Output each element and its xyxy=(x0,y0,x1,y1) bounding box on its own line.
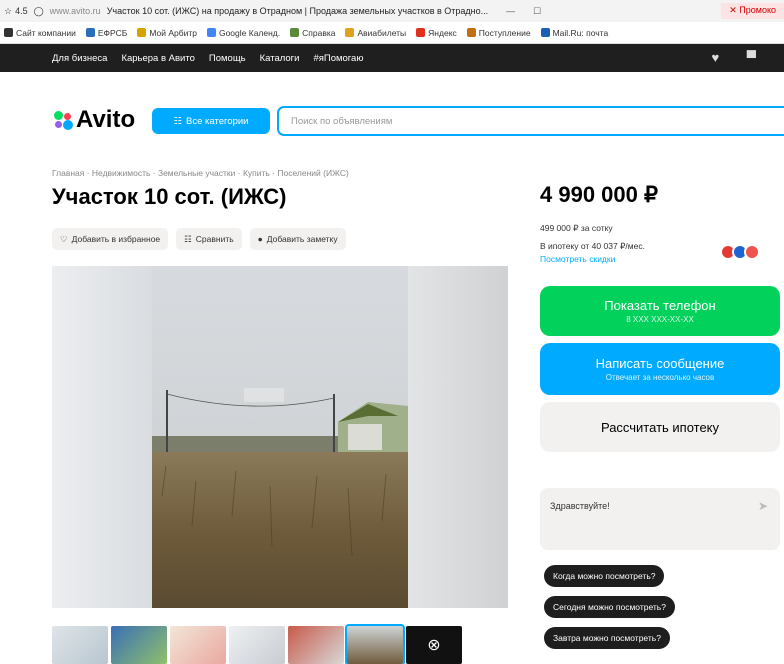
thumbnail[interactable] xyxy=(229,626,285,664)
bookmark-item[interactable]: Google Календ. xyxy=(206,27,281,38)
add-note-button[interactable]: ● Добавить заметку xyxy=(249,228,346,250)
main-photo[interactable] xyxy=(152,266,408,608)
price-per-are: 499 000 ₽ за сотку xyxy=(540,223,613,233)
photo-gallery[interactable] xyxy=(52,266,508,608)
zoom-level: 4.5 xyxy=(15,6,28,16)
site-top-nav: Для бизнеса Карьера в Авито Помощь Катал… xyxy=(0,44,784,72)
compare-button[interactable]: ☷ Сравнить xyxy=(176,228,242,250)
heart-outline-icon: ♡ xyxy=(60,233,68,244)
nav-item-helping[interactable]: #яПомогаю xyxy=(313,53,363,64)
promo-tab[interactable]: ✕ Промоко xyxy=(721,3,784,19)
address-url[interactable]: www.avito.ru xyxy=(50,6,101,16)
promo-label: Промоко xyxy=(739,5,776,15)
avito-logo[interactable]: Avito xyxy=(52,106,135,134)
shield-icon: ◯ xyxy=(33,5,44,16)
all-categories-label: Все категории xyxy=(186,115,249,127)
quick-question-chip[interactable]: Когда можно посмотреть? xyxy=(544,565,665,587)
cart-icon[interactable]: ▀ xyxy=(747,50,756,65)
compare-icon: ☷ xyxy=(184,233,192,244)
show-phone-label: Показать телефон xyxy=(604,298,716,313)
calculate-mortgage-label: Рассчитать ипотеку xyxy=(600,419,720,435)
masked-phone: 8 XXX XXX-XX-XX xyxy=(626,315,694,324)
send-icon[interactable]: ➤ xyxy=(758,499,768,513)
bookmark-item[interactable]: Mail.Ru: почта xyxy=(540,27,609,38)
star-icon[interactable]: ☆ xyxy=(4,6,12,17)
search-placeholder: Поиск по объявлениям xyxy=(291,115,393,127)
heart-icon[interactable]: ♥ xyxy=(711,50,719,65)
close-icon[interactable]: ✕ xyxy=(729,5,739,15)
bookmark-label: Авиабилеты xyxy=(357,27,407,38)
nav-item-help[interactable]: Помощь xyxy=(209,53,246,64)
bookmark-item[interactable]: Сайт компании xyxy=(4,28,76,38)
restore-icon[interactable]: ☐ xyxy=(533,6,541,17)
bookmarks-bar: Сайт компании ЕФРСБ Мой Арбитр Google Ка… xyxy=(0,22,784,44)
logo-text: Avito xyxy=(76,106,136,133)
bookmark-label: Справка xyxy=(302,27,336,38)
bookmark-item[interactable]: Справка xyxy=(290,28,335,38)
add-to-favorites-button[interactable]: ♡ Добавить в избранное xyxy=(52,228,169,250)
thumbnail-more[interactable]: ⊗ xyxy=(406,626,462,664)
all-categories-button[interactable]: ☷ Все категории xyxy=(152,108,270,134)
message-input[interactable]: Здравствуйте! ➤ xyxy=(540,488,780,550)
mortgage-estimate: В ипотеку от 40 037 ₽/мес. xyxy=(540,241,645,251)
thumbnail-strip: ⊗ xyxy=(52,624,465,664)
thumbnail[interactable] xyxy=(170,626,226,664)
listing-actions: ♡ Добавить в избранное ☷ Сравнить ● Добавит… xyxy=(52,228,354,250)
bookmark-label: ЕФРСБ xyxy=(97,27,128,38)
nav-item-career[interactable]: Карьера в Авито xyxy=(121,53,194,64)
bank-logos xyxy=(720,244,760,260)
browser-tab-bar: ☆ 4.5 ◯ www.avito.ru Участок 10 сот. (ИЖ… xyxy=(0,0,784,22)
page-title: Участок 10 сот. (ИЖС) xyxy=(52,184,287,209)
minimize-icon[interactable]: — xyxy=(506,6,515,16)
note-label: Добавить заметку xyxy=(266,234,338,244)
price: 4 990 000 ₽ xyxy=(540,182,658,207)
bookmark-item[interactable]: ЕФРСБ xyxy=(85,27,128,38)
gallery-blur-right xyxy=(408,266,508,608)
browser-tab-title[interactable]: Участок 10 сот. (ИЖС) на продажу в Отрад… xyxy=(107,6,488,16)
grid-icon: ☷ xyxy=(173,115,183,127)
search-input[interactable]: Поиск по объявлениям xyxy=(277,106,784,136)
calculate-mortgage-button[interactable]: Рассчитать ипотеку xyxy=(540,402,780,452)
compare-label: Сравнить xyxy=(195,234,234,244)
bookmark-label: Яндекс xyxy=(428,27,457,38)
quick-question-chip[interactable]: Сегодня можно посмотреть? xyxy=(544,596,675,618)
view-discounts-link[interactable]: Посмотреть скидки xyxy=(540,254,615,264)
bookmark-label: Мой Арбитр xyxy=(149,27,197,38)
gallery-blur-left xyxy=(52,266,152,608)
bookmark-item[interactable]: Авиабилеты xyxy=(345,28,406,38)
thumbnail[interactable] xyxy=(52,626,108,664)
nav-right-icons: ♥ ▀ xyxy=(711,50,770,65)
quick-question-chip[interactable]: Завтра можно посмотреть? xyxy=(544,627,670,649)
favorite-label: Добавить в избранное xyxy=(71,234,161,244)
gallery-more-icon: ⊗ xyxy=(427,637,441,654)
logo-dots-icon xyxy=(52,109,74,131)
bank-logo-icon xyxy=(744,244,760,260)
write-message-label: Написать сообщение xyxy=(595,356,725,371)
bookmark-item[interactable]: Поступление xyxy=(466,27,531,38)
response-time: Отвечает за несколько часов xyxy=(605,373,715,382)
write-message-button[interactable]: Написать сообщение Отвечает за несколько… xyxy=(540,343,780,395)
thumbnail[interactable] xyxy=(288,626,344,664)
bookmark-item[interactable]: Яндекс xyxy=(416,28,457,38)
bookmark-label: Mail.Ru: почта xyxy=(552,27,609,38)
bookmark-label: Google Календ. xyxy=(218,27,281,38)
bookmark-label: Поступление xyxy=(478,27,531,38)
nav-item-catalogs[interactable]: Каталоги xyxy=(260,53,300,64)
thumbnail[interactable] xyxy=(111,626,167,664)
show-phone-button[interactable]: Показать телефон 8 XXX XXX-XX-XX xyxy=(540,286,780,336)
message-text: Здравствуйте! xyxy=(550,501,610,511)
thumbnail-selected[interactable] xyxy=(345,624,405,664)
bookmark-item[interactable]: Мой Арбитр xyxy=(137,28,197,38)
breadcrumb[interactable]: Главная · Недвижимость · Земельные участ… xyxy=(52,168,349,178)
bookmark-label: Сайт компании xyxy=(16,27,76,38)
nav-item-business[interactable]: Для бизнеса xyxy=(52,53,107,64)
note-icon: ● xyxy=(257,234,263,244)
